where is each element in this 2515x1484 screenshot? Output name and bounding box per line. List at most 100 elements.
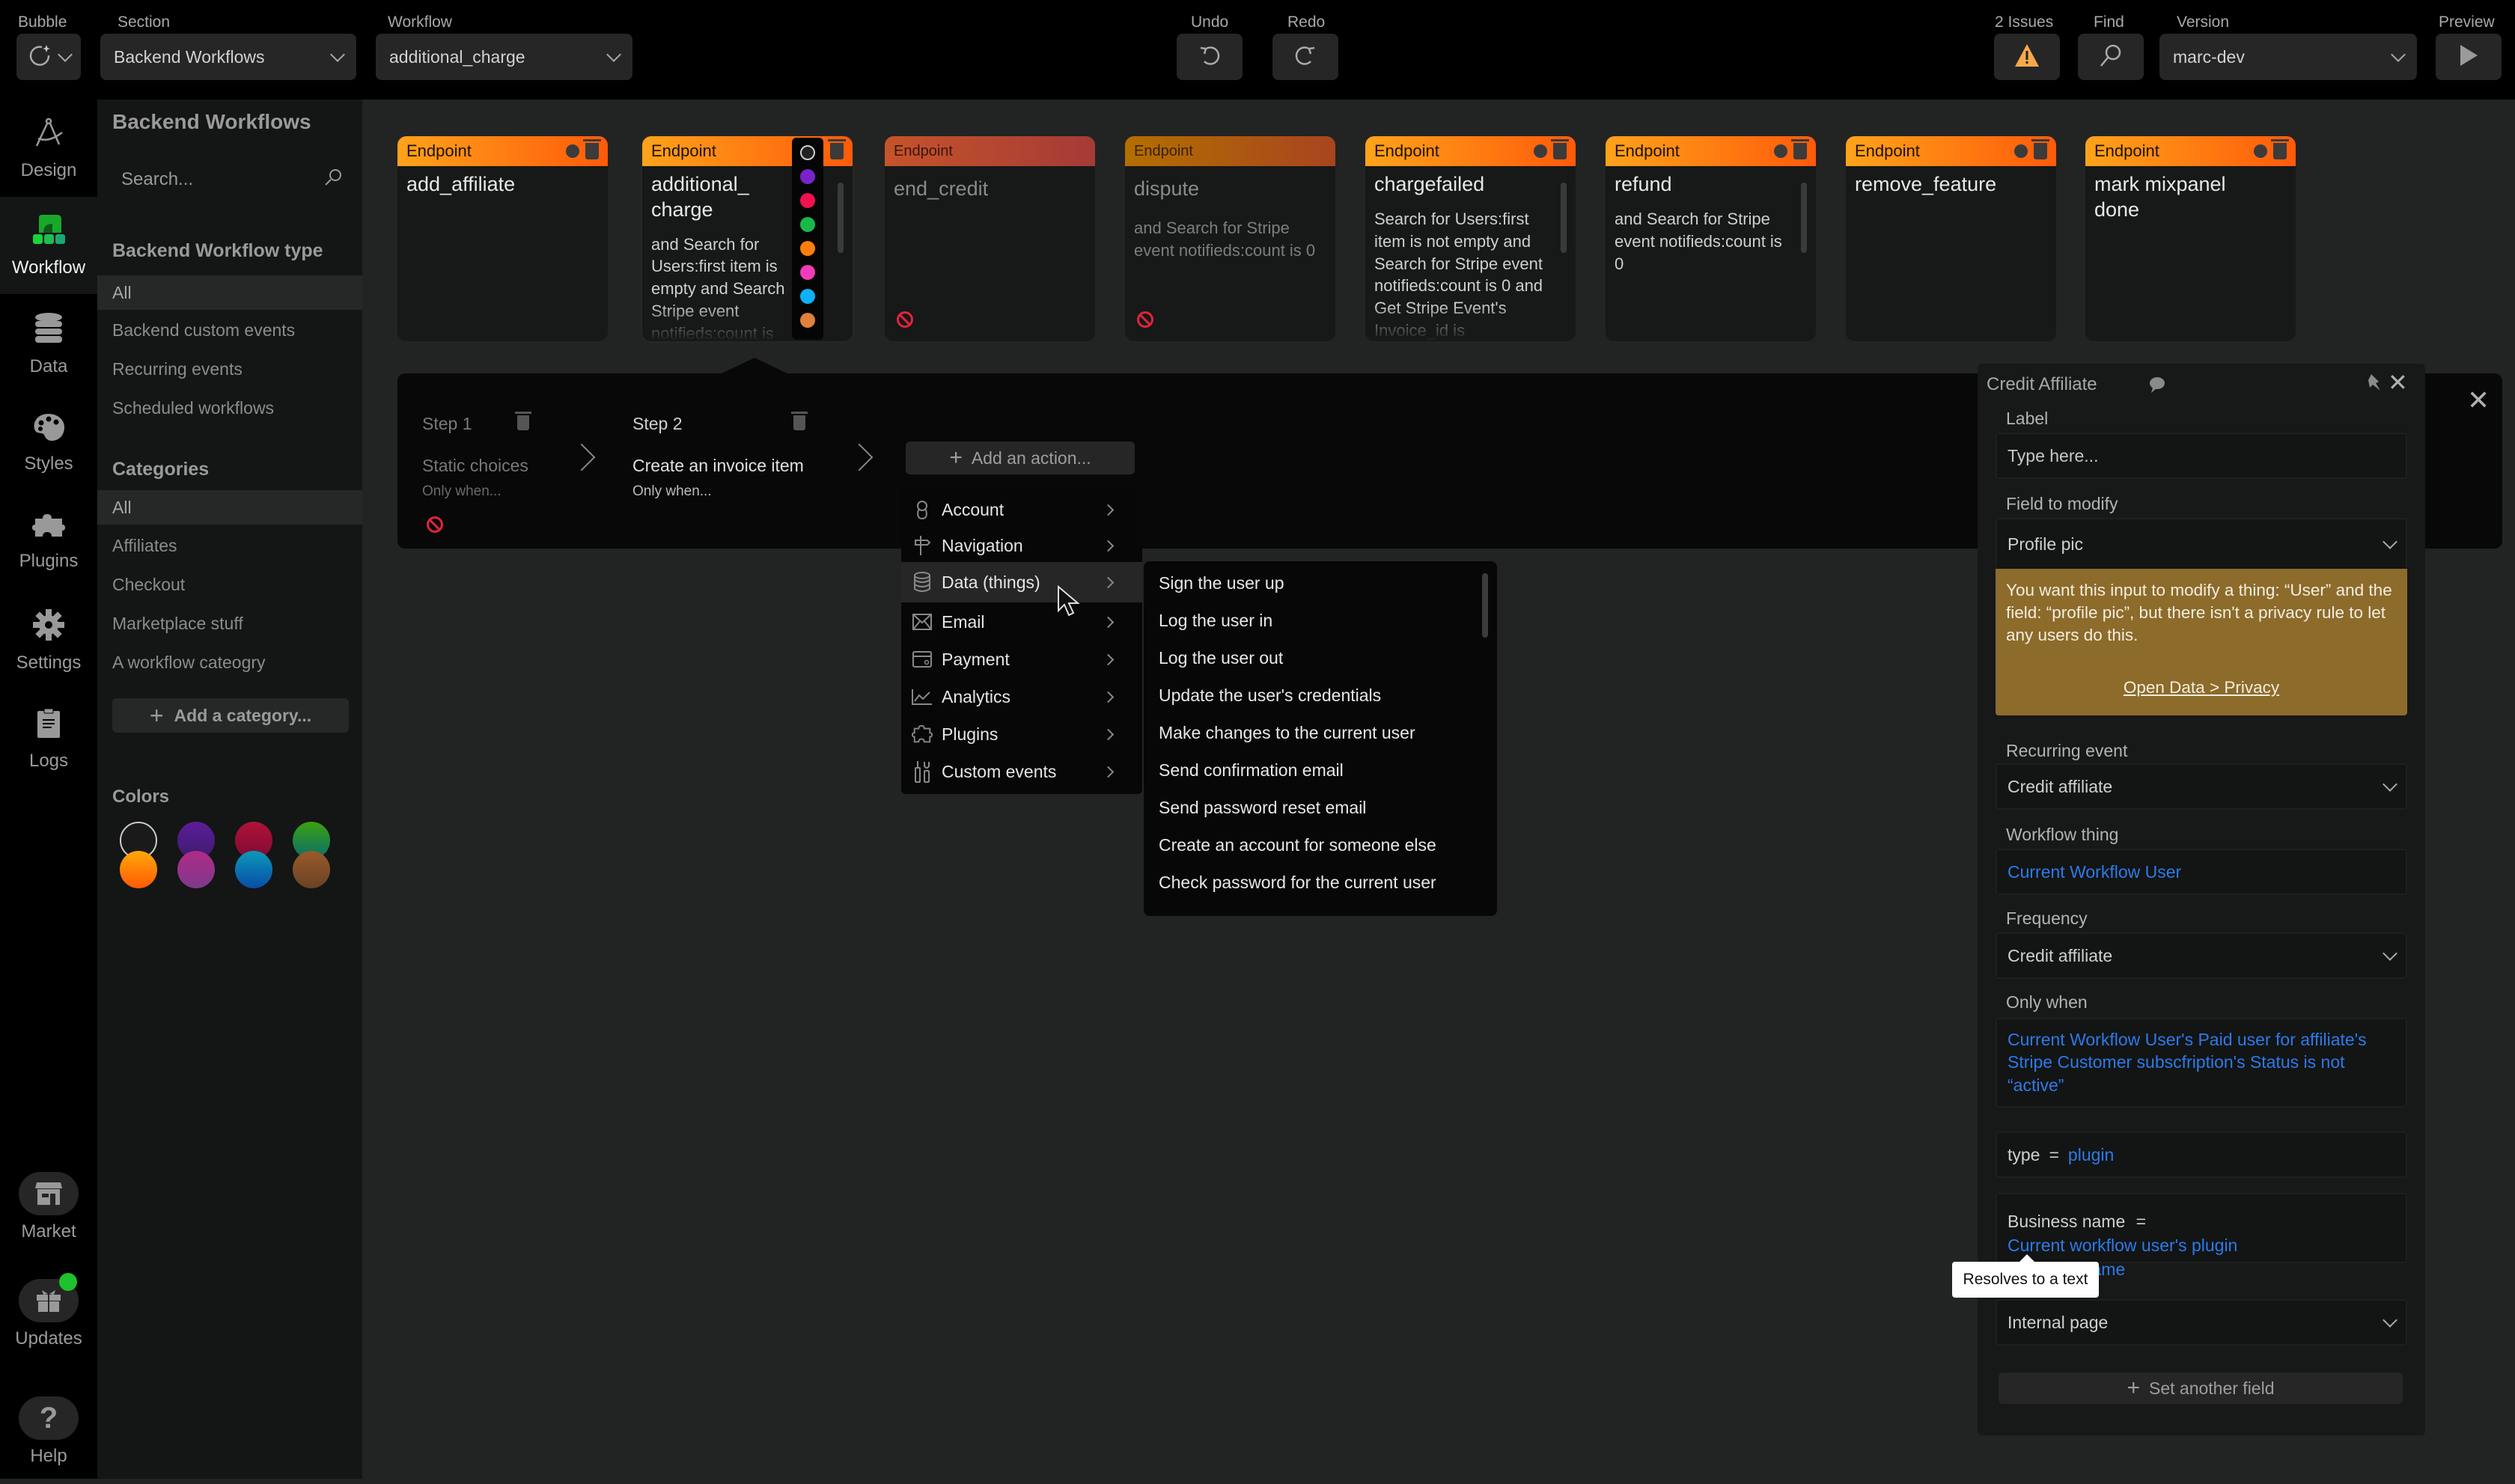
set-another-field-button[interactable]: + Set another field <box>1999 1372 2403 1404</box>
workflow-card[interactable]: Endpoint chargefailed Search for Users:f… <box>1365 136 1576 341</box>
rail-help[interactable]: ? Help <box>0 1379 97 1484</box>
frequency-select[interactable]: Credit affiliate <box>1996 932 2407 979</box>
workflow-card-disabled[interactable]: Endpoint end_credit <box>885 136 1095 341</box>
add-action-button[interactable]: + Add an action... <box>906 442 1135 474</box>
workflow-thing-input[interactable]: Current Workflow User <box>1996 849 2407 895</box>
submenu-item[interactable]: Update the user's credentials <box>1159 685 1381 706</box>
rail-data[interactable]: Data <box>0 296 97 393</box>
color-swatch-blue[interactable] <box>235 851 272 888</box>
trash-icon[interactable] <box>583 139 601 159</box>
rail-logs[interactable]: Logs <box>0 691 97 788</box>
color-option[interactable] <box>800 265 815 280</box>
submenu-item[interactable]: Sign the user up <box>1159 573 1284 593</box>
step-2-condition[interactable]: Only when... <box>632 483 712 500</box>
workflow-card-disabled[interactable]: Endpoint dispute and Search for Stripe e… <box>1125 136 1335 341</box>
submenu-item[interactable]: Create an account for someone else <box>1159 835 1436 855</box>
trash-icon[interactable] <box>828 139 846 159</box>
rail-settings[interactable]: Settings <box>0 592 97 689</box>
submenu-item[interactable]: Send confirmation email <box>1159 760 1344 781</box>
issues-button[interactable] <box>1994 34 2060 80</box>
workflow-card[interactable]: Endpoint refund and Search for Stripe ev… <box>1606 136 1816 341</box>
card-scrollbar[interactable] <box>838 183 844 253</box>
step-1-condition[interactable]: Only when... <box>422 483 502 500</box>
color-dot-icon[interactable] <box>1774 144 1787 158</box>
business-name-field-row[interactable]: Business name = Current workflow user's … <box>1996 1193 2407 1279</box>
rail-updates[interactable]: Updates <box>0 1262 97 1367</box>
rail-plugins[interactable]: Plugins <box>0 493 97 590</box>
rail-styles[interactable]: Styles <box>0 394 97 492</box>
type-field-row[interactable]: type = plugin <box>1996 1132 2407 1178</box>
bubble-menu-button[interactable] <box>16 34 81 80</box>
category-item-marketplace-stuff[interactable]: Marketplace stuff <box>97 606 362 641</box>
step-1-trash-icon[interactable] <box>515 412 531 430</box>
menu-item-plugins[interactable]: Plugins <box>901 716 1142 752</box>
comment-icon[interactable] <box>2148 376 2166 397</box>
close-icon[interactable]: ✕ <box>2388 368 2408 397</box>
color-dot-icon[interactable] <box>1534 144 1547 158</box>
sidebar-search[interactable]: Search... <box>112 161 352 198</box>
category-item-all[interactable]: All <box>97 490 362 525</box>
type-item-all[interactable]: All <box>97 275 362 310</box>
label-input[interactable]: Type here... <box>1996 433 2407 479</box>
color-option[interactable] <box>800 145 815 160</box>
menu-item-navigation[interactable]: Navigation <box>901 528 1142 564</box>
color-option[interactable] <box>800 169 815 184</box>
menu-item-data-things[interactable]: Data (things) <box>901 562 1142 602</box>
open-privacy-link[interactable]: Open Data > Privacy <box>1996 677 2407 699</box>
color-option[interactable] <box>800 193 815 208</box>
color-dot-icon[interactable] <box>566 144 579 158</box>
menu-item-payment[interactable]: Payment <box>901 641 1142 677</box>
category-item-checkout[interactable]: Checkout <box>97 567 362 602</box>
submenu-item[interactable]: Log the user out <box>1159 648 1283 668</box>
color-swatch-orange[interactable] <box>120 851 157 888</box>
rail-workflow[interactable]: Workflow <box>0 197 97 294</box>
only-when-input[interactable]: Current Workflow User's Paid user for af… <box>1996 1018 2407 1108</box>
step-2-trash-icon[interactable] <box>791 412 808 430</box>
find-button[interactable] <box>2078 34 2144 80</box>
trash-icon[interactable] <box>2031 139 2049 159</box>
menu-item-analytics[interactable]: Analytics <box>901 679 1142 715</box>
color-dot-icon[interactable] <box>2254 144 2267 158</box>
add-category-button[interactable]: + Add a category... <box>112 698 349 733</box>
trash-icon[interactable] <box>1551 139 1569 159</box>
preview-button[interactable] <box>2436 34 2502 80</box>
color-swatch-brown[interactable] <box>293 851 330 888</box>
trash-icon[interactable] <box>2271 139 2289 159</box>
redo-button[interactable] <box>1272 34 1338 80</box>
rail-design[interactable]: Design <box>0 100 97 197</box>
pin-icon[interactable] <box>2365 373 2383 397</box>
page-type-select[interactable]: Internal page <box>1996 1299 2407 1346</box>
menu-item-custom-events[interactable]: Custom events <box>901 754 1142 790</box>
category-item-affiliates[interactable]: Affiliates <box>97 528 362 563</box>
submenu-item[interactable]: Check password for the current user <box>1159 873 1436 893</box>
type-item-recurring-events[interactable]: Recurring events <box>97 352 362 386</box>
workflow-card[interactable]: Endpoint remove_feature <box>1846 136 2056 341</box>
section-select[interactable]: Backend Workflows <box>100 34 356 80</box>
card-scrollbar[interactable] <box>1561 183 1567 253</box>
trash-icon[interactable] <box>1791 139 1809 159</box>
color-option[interactable] <box>800 289 815 304</box>
submenu-item[interactable]: Make changes to the current user <box>1159 723 1415 743</box>
rail-market[interactable]: Market <box>0 1155 97 1259</box>
type-item-scheduled-workflows[interactable]: Scheduled workflows <box>97 391 362 425</box>
submenu-scrollbar[interactable] <box>1482 573 1488 638</box>
type-item-backend-custom-events[interactable]: Backend custom events <box>97 313 362 347</box>
version-select[interactable]: marc-dev <box>2159 34 2417 80</box>
workflow-card[interactable]: Endpoint mark mixpanel done <box>2085 136 2296 341</box>
color-option[interactable] <box>800 313 815 328</box>
menu-item-account[interactable]: Account <box>901 492 1142 528</box>
recurring-event-select[interactable]: Credit affiliate <box>1996 763 2407 810</box>
color-option[interactable] <box>800 217 815 232</box>
step-2-action[interactable]: Create an invoice item <box>632 456 804 476</box>
menu-item-email[interactable]: Email <box>901 604 1142 640</box>
category-item-workflow-cateogry[interactable]: A workflow cateogry <box>97 645 362 680</box>
undo-button[interactable] <box>1177 34 1243 80</box>
color-option[interactable] <box>800 241 815 256</box>
submenu-item[interactable]: Log the user in <box>1159 611 1272 631</box>
workflow-card[interactable]: Endpoint add_affiliate <box>397 136 608 341</box>
submenu-item[interactable]: Send password reset email <box>1159 798 1366 818</box>
card-scrollbar[interactable] <box>1801 183 1807 253</box>
step-1-action[interactable]: Static choices <box>422 456 528 476</box>
color-dot-icon[interactable] <box>2014 144 2028 158</box>
close-icon[interactable]: ✕ <box>2467 385 2490 416</box>
